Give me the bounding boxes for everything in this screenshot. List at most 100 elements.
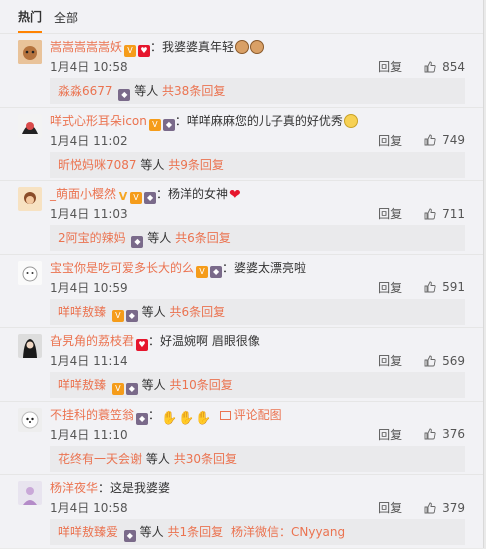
reply-button[interactable]: 回复 [378,426,402,443]
comment-date: 1月4日 10:58 [50,60,128,74]
reply-username[interactable]: 花终有一天会谢 [58,452,142,466]
avatar[interactable] [18,40,42,64]
avatar[interactable] [18,481,42,505]
reply-username[interactable]: 2阿宝的辣妈 [58,231,126,245]
like-button[interactable]: 591 [424,280,465,294]
comment-username[interactable]: _萌面小樱然 [50,187,116,201]
heart-emoji-icon: ❤ [229,187,241,203]
member-badge-icon: ◆ [136,412,149,425]
vip-badge-icon: V [124,45,137,57]
reply-total[interactable]: 共6条回复 [175,231,231,245]
comment-username[interactable]: 不挂科的蓑笠翁 [50,408,134,422]
reply-total[interactable]: 共1条回复 [168,525,224,539]
replies-summary[interactable]: 2阿宝的辣妈 ◆ 等人 共6条回复 [50,225,465,251]
reply-total[interactable]: 共6条回复 [170,305,226,319]
avatar[interactable] [18,187,42,211]
avatar[interactable] [18,334,42,358]
level-badge-icon: ◆ [131,236,144,248]
vip-badge-icon: V [196,265,209,278]
reply-others: 等人 [145,451,170,466]
like-count: 376 [442,427,465,441]
like-count: 569 [442,353,465,368]
reply-total[interactable]: 共38条回复 [162,84,225,98]
comment-image-link[interactable]: 评论配图 [219,407,282,422]
comment-item: 不挂科的蓑笠翁 ◆ ：✋✋✋ 评论配图 1月4日 11:10 回复 376 花终有一天… [0,402,483,475]
comment-item: 旮旯角的荔枝君 ♥ ：好温婉啊 眉眼很像 1月4日 11:14 回复 569 咩咩敖… [0,328,483,402]
member-badge-icon: ♥ [136,339,149,351]
colon: ： [156,187,169,201]
colon: ： [222,260,235,275]
comment-username[interactable]: 宝宝你是吃可爱多长大的么 [50,261,194,275]
member-badge-icon: ♥ [138,45,151,57]
reply-button[interactable]: 回复 [378,132,402,149]
reply-button[interactable]: 回复 [378,499,402,516]
replies-summary[interactable]: 咩咩敖臻 V ◆ 等人 共10条回复 [50,372,465,398]
reply-button[interactable]: 回复 [378,205,402,222]
comment-date: 1月4日 11:14 [50,354,128,368]
thumbs-up-icon [424,428,436,440]
comment-username[interactable]: 旮旯角的荔枝君 [50,334,134,348]
verified-v-icon: V [118,190,128,203]
like-button[interactable]: 749 [424,133,465,147]
replies-summary[interactable]: 咩咩敖臻爱 ◆ 等人 共1条回复 杨洋微信：CNyyang [50,519,465,545]
replies-summary[interactable]: 咩咩敖臻 V ◆ 等人 共6条回复 [50,298,465,325]
image-icon [219,410,231,420]
dog-emoji-icon [250,40,265,54]
like-button[interactable]: 711 [424,207,465,221]
comment-date: 1月4日 10:58 [50,501,128,515]
reply-others: 等人 [140,157,165,172]
colon: ： [148,407,161,422]
like-count: 711 [442,206,465,221]
comments-panel: 热门 全部 嵩嵩嵩嵩嵩妖 V ♥ ：我婆婆真年轻 1月4日 10:58 回复 854 … [0,0,484,548]
like-count: 749 [442,133,465,147]
reply-total[interactable]: 共10条回复 [170,378,233,392]
reply-username[interactable]: 淼淼6677 [58,84,113,98]
comment-text: 杨洋的女神 [168,187,229,201]
reply-button[interactable]: 回复 [378,58,402,75]
avatar[interactable] [18,260,42,285]
like-button[interactable]: 376 [424,427,465,441]
avatar[interactable] [18,113,42,138]
reply-others: 等人 [141,378,166,392]
colon: ： [174,113,187,128]
member-badge-icon: ◆ [162,118,175,131]
reply-username[interactable]: 咩咩敖臻 [58,305,106,319]
thumbs-up-icon [424,134,436,146]
comment-text: 婆婆太漂亮啦 [234,260,307,275]
thumbs-up-icon [424,208,436,219]
comment-image-label: 评论配图 [233,407,282,422]
like-button[interactable]: 854 [424,60,465,74]
colon: ： [150,40,163,54]
comment-username[interactable]: 咩式心形耳朵icon [50,114,147,128]
reply-username[interactable]: 昕悦妈咪7087 [58,158,137,172]
replies-summary[interactable]: 花终有一天会谢 等人 共30条回复 [50,445,465,472]
reply-button[interactable]: 回复 [378,352,402,369]
replies-summary[interactable]: 淼淼6677 ◆ 等人 共38条回复 [50,78,465,104]
reply-button[interactable]: 回复 [378,279,402,296]
like-count: 591 [442,280,465,294]
comment-username[interactable]: 杨洋夜华 [50,481,98,495]
replies-summary[interactable]: 昕悦妈咪7087 等人 共9条回复 [50,151,465,178]
thumbs-up-icon [424,355,436,366]
member-badge-icon: ◆ [144,192,157,204]
reply-others: 等人 [134,84,159,98]
like-button[interactable]: 569 [424,354,465,368]
like-button[interactable]: 379 [424,501,465,515]
reply-total[interactable]: 共9条回复 [168,158,224,172]
clap-hand-emoji-icon: ✋ [178,410,195,426]
colon: ： [148,334,161,348]
level-badge-icon: ◆ [125,383,138,395]
reply-username[interactable]: 咩咩敖臻爱 [58,525,118,539]
like-count: 379 [442,500,465,515]
reply-username[interactable]: 咩咩敖臻 [58,378,106,392]
tab-hot[interactable]: 热门 [18,0,43,33]
comment-date: 1月4日 10:59 [50,280,128,295]
cute-face-emoji-icon [343,113,358,128]
reply-extra-text: 杨洋微信：CNyyang [230,525,346,539]
comment-username[interactable]: 嵩嵩嵩嵩嵩妖 [50,40,122,54]
reply-total[interactable]: 共30条回复 [174,452,237,466]
comment-item: _萌面小樱然 V V ◆ ：杨洋的女神❤ 1月4日 11:03 回复 711 2阿宝的辣… [0,181,483,255]
comment-text: 我婆婆真年轻 [162,40,235,54]
tab-all[interactable]: 全部 [54,1,78,32]
avatar[interactable] [18,407,42,432]
